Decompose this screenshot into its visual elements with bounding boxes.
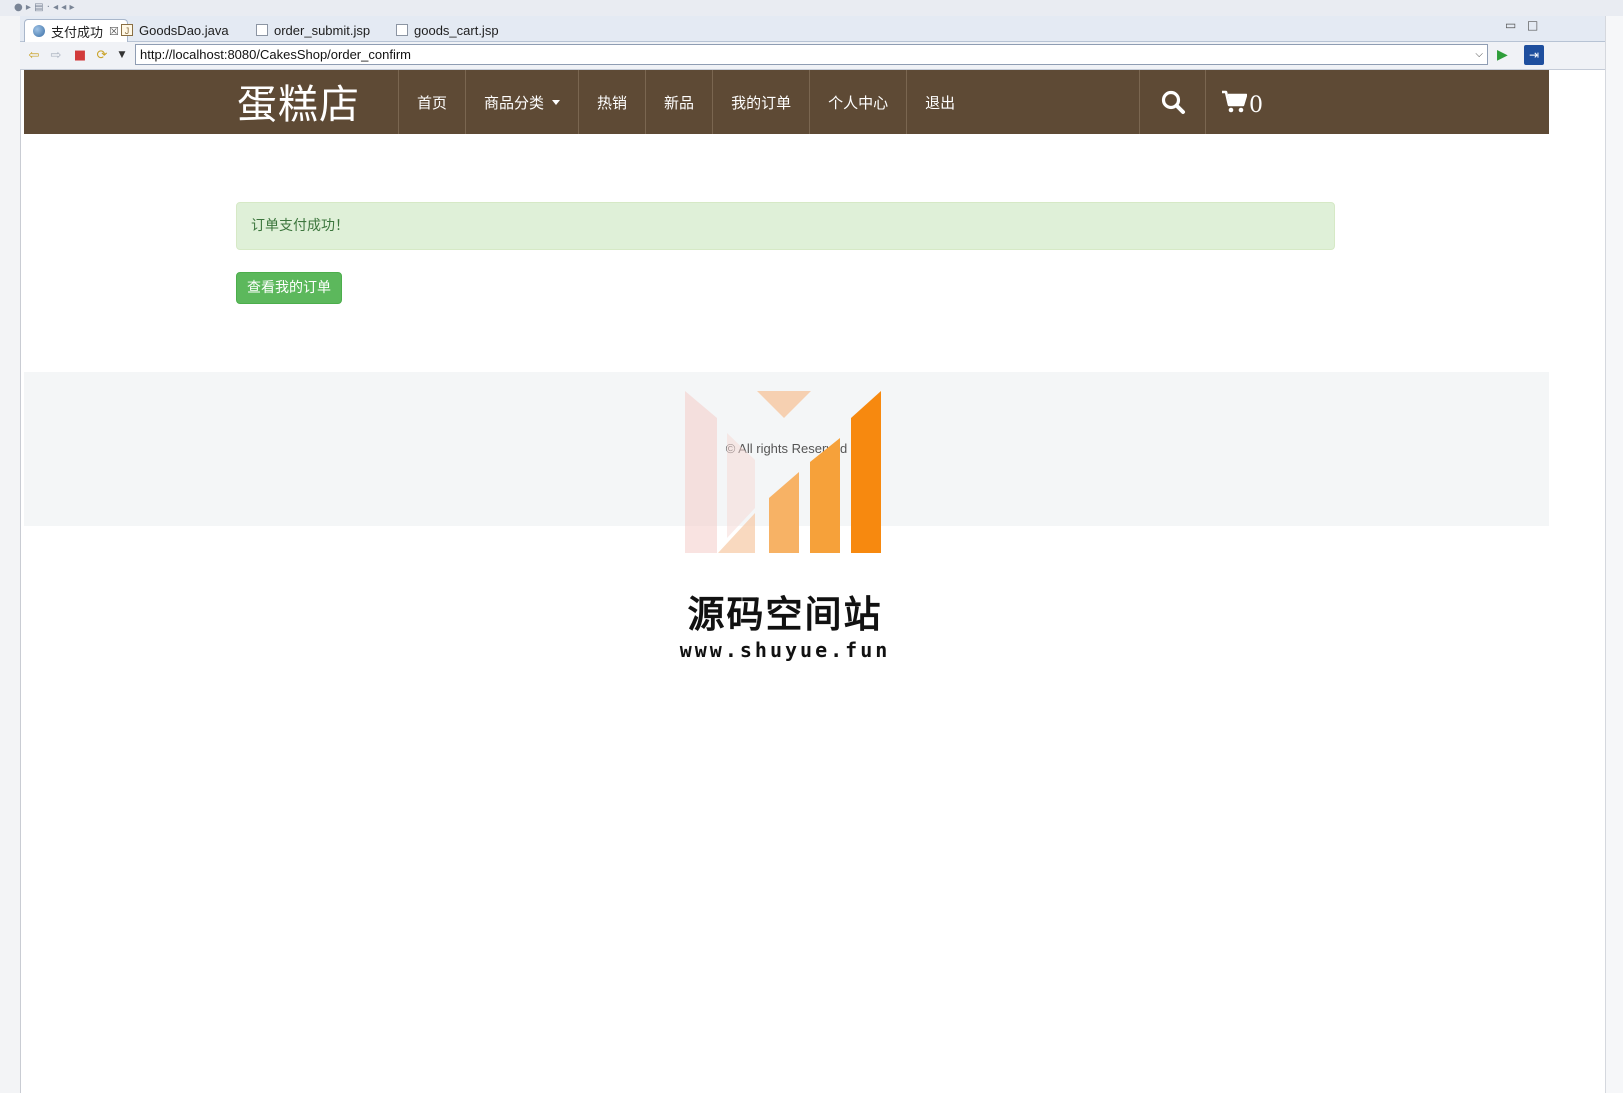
tab-payment-success[interactable]: 支付成功 ☒ xyxy=(24,19,128,42)
site-header: 蛋糕店 首页 商品分类 热销 新品 我的订单 个人中心 退出 0 xyxy=(24,70,1549,134)
close-icon[interactable]: ☒ xyxy=(109,25,119,38)
cart-icon xyxy=(1222,90,1247,113)
refresh-icon[interactable]: ⟳ xyxy=(94,47,110,63)
nav-new[interactable]: 新品 xyxy=(645,70,712,134)
jsp-file-icon xyxy=(256,24,268,36)
nav-home[interactable]: 首页 xyxy=(398,70,465,134)
right-gutter xyxy=(1605,16,1623,1093)
tab-goods-cart[interactable]: goods_cart.jsp xyxy=(396,19,499,41)
cart-button[interactable]: 0 xyxy=(1205,70,1281,134)
go-icon[interactable]: ▶ xyxy=(1497,47,1508,63)
toolbar-icon[interactable]: ● ▸ ▤ · ◂ ◂ ▸ xyxy=(14,2,75,13)
back-icon[interactable]: ⇦ xyxy=(26,47,42,63)
nav-categories[interactable]: 商品分类 xyxy=(465,70,578,134)
search-button[interactable] xyxy=(1139,70,1205,134)
tab-label: 支付成功 xyxy=(51,24,104,40)
jsp-file-icon xyxy=(396,24,408,36)
main-nav: 首页 商品分类 热销 新品 我的订单 个人中心 退出 xyxy=(398,70,973,134)
globe-icon xyxy=(33,25,45,37)
stop-icon[interactable]: ■ xyxy=(72,47,88,63)
editor-tab-bar: 支付成功 ☒ J GoodsDao.java order_submit.jsp … xyxy=(20,16,1605,42)
tab-label: GoodsDao.java xyxy=(139,22,229,38)
search-icon xyxy=(1161,90,1185,114)
chevron-down-icon[interactable]: ▼ xyxy=(114,47,130,63)
nav-my-orders[interactable]: 我的订单 xyxy=(712,70,809,134)
open-external-icon[interactable]: ⇥ xyxy=(1524,45,1544,65)
left-gutter xyxy=(0,16,21,1093)
ide-toolbar: ● ▸ ▤ · ◂ ◂ ▸ xyxy=(0,0,1623,16)
chevron-down-icon[interactable]: ⌵ xyxy=(1475,45,1483,64)
minimize-icon[interactable]: ▭ xyxy=(1505,18,1516,32)
tab-order-submit[interactable]: order_submit.jsp xyxy=(256,19,370,41)
nav-label: 商品分类 xyxy=(484,93,545,112)
forward-icon[interactable]: ⇨ xyxy=(48,47,64,63)
watermark-logo-icon xyxy=(685,391,881,553)
view-my-orders-button[interactable]: 查看我的订单 xyxy=(236,272,342,304)
header-tools: 0 xyxy=(1139,70,1281,134)
cart-count: 0 xyxy=(1249,92,1263,118)
nav-hot[interactable]: 热销 xyxy=(578,70,645,134)
maximize-icon[interactable]: □ xyxy=(1527,18,1538,32)
success-alert: 订单支付成功！ xyxy=(236,202,1335,250)
watermark-title: 源码空间站 xyxy=(687,593,883,636)
watermark-url: www.shuyue.fun xyxy=(679,638,891,662)
caret-down-icon xyxy=(552,99,561,105)
site-logo[interactable]: 蛋糕店 xyxy=(237,72,360,130)
tab-label: goods_cart.jsp xyxy=(414,22,499,38)
url-input[interactable]: http://localhost:8080/CakesShop/order_co… xyxy=(135,44,1488,65)
url-text: http://localhost:8080/CakesShop/order_co… xyxy=(140,47,411,62)
java-file-icon: J xyxy=(121,24,133,36)
browser-toolbar: ⇦ ⇨ ■ ⟳ ▼ http://localhost:8080/CakesSho… xyxy=(20,42,1605,70)
tab-goodsdao[interactable]: J GoodsDao.java xyxy=(121,19,229,41)
alert-text: 订单支付成功！ xyxy=(251,218,349,234)
nav-logout[interactable]: 退出 xyxy=(906,70,973,134)
watermark: 源码空间站 www.shuyue.fun xyxy=(675,388,895,668)
tab-label: order_submit.jsp xyxy=(274,22,371,38)
nav-profile[interactable]: 个人中心 xyxy=(809,70,906,134)
